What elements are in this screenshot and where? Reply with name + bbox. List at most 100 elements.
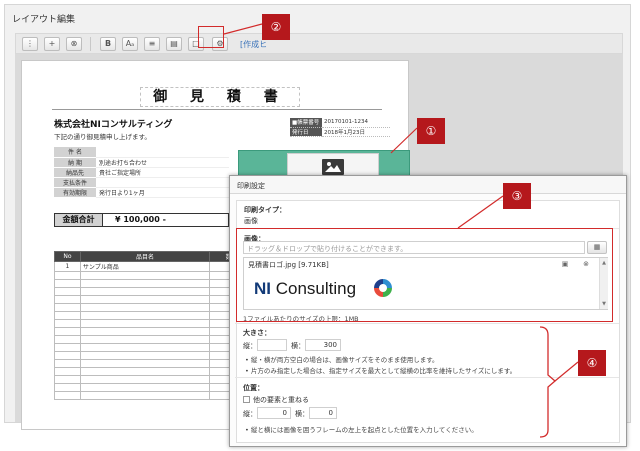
total-value: ¥ 100,000 -: [115, 215, 166, 224]
table-cell: サンプル商品: [79, 261, 211, 272]
editor-title: レイアウト編集: [12, 15, 76, 25]
table-cell: [54, 295, 81, 304]
table-cell: [79, 319, 211, 328]
table-cell: [79, 383, 211, 392]
width-input[interactable]: 300: [305, 339, 341, 351]
field-key: 有効期限: [54, 187, 96, 198]
info-key: 発行日: [290, 127, 322, 137]
document-info-table[interactable]: ■帳票番号 20170101-1234 発行日 2018年1月23日: [290, 118, 390, 137]
position-label: 位置：: [243, 384, 264, 392]
table-row: [54, 375, 254, 384]
table-cell: [79, 327, 211, 336]
section-divider: [235, 323, 619, 324]
table-cell: [54, 303, 81, 312]
table-cell: [54, 287, 81, 296]
size-note-1: • 縦・横が両方空白の場合は、画像サイズをそのまま使用します。: [245, 356, 439, 364]
table-cell: [54, 343, 81, 352]
section-divider: [235, 377, 619, 378]
table-row: 納 期別途お打ち合わせ: [54, 157, 229, 168]
dialog-title: 印刷設定: [237, 182, 265, 190]
drag-handle-icon[interactable]: ⋮: [22, 37, 38, 51]
table-cell: [79, 375, 211, 384]
table-row: 1 サンプル商品: [54, 261, 254, 272]
title-divider: [52, 109, 382, 110]
callout-badge-3: ③: [503, 183, 531, 209]
dialog-header[interactable]: 印刷設定: [230, 176, 626, 194]
frame-icon[interactable]: ▤: [166, 37, 182, 51]
field-value: [96, 177, 229, 188]
total-label: 金額合計: [55, 214, 103, 226]
size-note-2-text: 片方のみ指定した場合は、指定サイズを最大として縦横の比率を維持したサイズにします…: [250, 367, 517, 375]
table-cell: [54, 335, 81, 344]
table-cell: [54, 311, 81, 320]
field-key: 納 期: [54, 157, 96, 168]
table-row: [54, 335, 254, 344]
field-key: 納品先: [54, 167, 96, 178]
callout-highlight-gear: [198, 26, 224, 48]
table-cell: [54, 375, 81, 384]
bold-icon[interactable]: B: [100, 37, 116, 51]
table-cell: [79, 351, 211, 360]
table-row: [54, 359, 254, 368]
table-cell: [79, 343, 211, 352]
table-header-row: No 品目名 数量: [54, 251, 254, 262]
info-key: ■帳票番号: [290, 118, 322, 128]
height-label: 縦：: [243, 342, 257, 350]
table-cell: [79, 295, 211, 304]
table-row: 件 名: [54, 147, 229, 158]
toolbar-divider: [90, 37, 91, 51]
table-row: 発行日 2018年1月23日: [290, 127, 390, 137]
table-row: [54, 287, 254, 296]
table-row: [54, 367, 254, 376]
plus-icon[interactable]: +: [44, 37, 60, 51]
table-cell: [79, 303, 211, 312]
total-amount-box[interactable]: 金額合計 ¥ 100,000 -: [54, 213, 229, 227]
callout-badge-2: ②: [262, 14, 290, 40]
document-title[interactable]: 御 見 積 書: [140, 87, 300, 107]
position-x-input[interactable]: 0: [309, 407, 337, 419]
table-row: [54, 295, 254, 304]
table-cell: [79, 271, 211, 280]
width-label: 横：: [291, 342, 305, 350]
table-row: [54, 391, 254, 400]
callout-highlight-image: [236, 228, 613, 322]
overlap-checkbox[interactable]: [243, 396, 250, 403]
table-row: [54, 343, 254, 352]
table-cell: [79, 359, 211, 368]
help-link[interactable]: [作成ヒ: [240, 39, 267, 50]
position-note: • 縦と横には画像を囲うフレームの左上を起点とした位置を入力してください。: [245, 426, 478, 434]
table-cell: [54, 271, 81, 280]
table-cell: [79, 335, 211, 344]
company-name[interactable]: 株式会社NIコンサルティング: [54, 117, 172, 130]
table-row: 支払条件: [54, 177, 229, 188]
height-input[interactable]: [257, 339, 287, 351]
estimate-fields-table[interactable]: 件 名 納 期別途お打ち合わせ 納品先 貴社ご指定場所 支払条件 有効期限 発行日よ…: [54, 147, 229, 198]
position-y-input[interactable]: 0: [257, 407, 291, 419]
table-cell: [54, 319, 81, 328]
table-row: [54, 383, 254, 392]
overlap-label[interactable]: 他の要素と重ねる: [253, 395, 309, 405]
info-value: 2018年1月23日: [322, 127, 390, 137]
align-icon[interactable]: ≡: [144, 37, 160, 51]
table-cell: [54, 359, 81, 368]
items-table[interactable]: No 品目名 数量 1 サンプル商品: [54, 251, 254, 400]
table-row: [54, 311, 254, 320]
table-cell: [79, 311, 211, 320]
field-value: [96, 147, 229, 158]
table-row: 納品先 貴社ご指定場所: [54, 167, 229, 178]
callout-badge-1: ①: [417, 118, 445, 144]
size-note-2: • 片方のみ指定した場合は、指定サイズを最大として縦横の比率を維持したサイズにし…: [245, 367, 517, 375]
company-note[interactable]: 下記の通り御見積申し上げます。: [54, 131, 151, 141]
info-value: 20170101-1234: [322, 118, 390, 128]
field-value: 貴社ご指定場所: [96, 167, 229, 178]
position-note-text: 縦と横には画像を囲うフレームの左上を起点とした位置を入力してください。: [250, 426, 478, 434]
position-x-label: 横：: [295, 410, 309, 418]
table-row: [54, 327, 254, 336]
field-key: 支払条件: [54, 177, 96, 188]
field-value: 発行日より1ヶ月: [96, 187, 229, 198]
close-circle-icon[interactable]: ⊗: [66, 37, 82, 51]
table-cell: [54, 383, 81, 392]
table-row: ■帳票番号 20170101-1234: [290, 118, 390, 128]
table-cell: 1: [54, 261, 81, 272]
font-size-icon[interactable]: Aₐ: [122, 37, 138, 51]
